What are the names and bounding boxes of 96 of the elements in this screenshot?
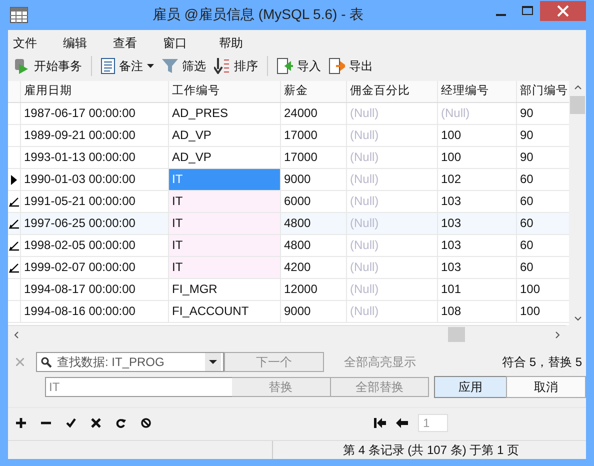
table-cell: 103 <box>438 191 517 212</box>
table-cell: AD_VP <box>169 125 281 146</box>
table-cell: 1987-06-17 00:00:00 <box>21 103 169 124</box>
table-cell: IT <box>169 257 281 278</box>
export-icon <box>329 58 345 74</box>
table-cell: 1994-08-16 00:00:00 <box>21 301 169 322</box>
table-cell: 24000 <box>281 103 347 124</box>
table-cell: AD_VP <box>169 147 281 168</box>
match-count: 符合 5，替换 5 <box>502 354 582 370</box>
table-cell: 103 <box>438 257 517 278</box>
table-cell: IT <box>169 169 281 190</box>
column-header[interactable]: 工作编号 <box>169 81 281 102</box>
table-cell: 103 <box>438 235 517 256</box>
search-field[interactable]: 查找数据: IT_PROG <box>36 352 224 372</box>
replace-field[interactable]: IT <box>45 377 232 397</box>
table-cell: 1994-08-17 00:00:00 <box>21 279 169 300</box>
filter-icon <box>162 58 178 74</box>
table-cell: (Null) <box>347 103 438 124</box>
current-row-icon <box>11 174 17 184</box>
table-cell: IT <box>169 213 281 234</box>
document-icon <box>101 58 115 74</box>
column-header[interactable]: 雇用日期 <box>21 81 169 102</box>
table-cell: 6000 <box>281 191 347 212</box>
table-cell: 4800 <box>281 213 347 234</box>
table-cell: 1989-09-21 00:00:00 <box>21 125 169 146</box>
toolbar-button[interactable]: 导出 <box>326 56 376 76</box>
table-cell: (Null) <box>347 213 438 234</box>
table-cell: 9000 <box>281 169 347 190</box>
apply-button[interactable]: 应用 <box>434 376 507 398</box>
check-icon[interactable] <box>66 418 76 428</box>
window-title: 雇员 @雇员信息 (MySQL 5.6) - 表 <box>151 6 365 24</box>
table-cell: 101 <box>438 279 517 300</box>
table-cell: 108 <box>438 301 517 322</box>
menu-item[interactable]: 窗口 <box>163 34 219 52</box>
table-cell: (Null) <box>347 279 438 300</box>
toolbar-button[interactable]: 开始事务 <box>11 56 85 76</box>
toolbar-button[interactable]: 备注 <box>98 56 157 76</box>
pencil-icon <box>9 240 19 250</box>
table-cell: 103 <box>438 213 517 234</box>
table-icon <box>10 7 28 23</box>
cancel-button[interactable]: 取消 <box>506 376 586 398</box>
first-page-icon[interactable] <box>374 418 386 428</box>
table-cell: 17000 <box>281 125 347 146</box>
table-cell: (Null) <box>347 147 438 168</box>
table-cell: 17000 <box>281 147 347 168</box>
cross-icon[interactable] <box>91 418 101 428</box>
toolbar-button[interactable]: 排序 <box>211 56 261 76</box>
table-cell: AD_PRES <box>169 103 281 124</box>
table-cell: IT <box>169 191 281 212</box>
record-status: 第 4 条记录 (共 107 条) 于第 1 页 <box>343 442 520 458</box>
table-cell: (Null) <box>347 125 438 146</box>
table-cell: 9000 <box>281 301 347 322</box>
scroll-thumb[interactable] <box>570 96 585 114</box>
table-cell: IT <box>169 235 281 256</box>
table-cell: (Null) <box>347 191 438 212</box>
table-cell: FI_MGR <box>169 279 281 300</box>
sort-icon <box>214 58 230 74</box>
table-cell: 1993-01-13 00:00:00 <box>21 147 169 168</box>
table-cell: 4200 <box>281 257 347 278</box>
column-header[interactable]: 佣金百分比 <box>347 81 438 102</box>
table-cell: (Null) <box>347 169 438 190</box>
table-cell: (Null) <box>347 235 438 256</box>
menu-item[interactable]: 编辑 <box>63 34 113 52</box>
table-cell: 102 <box>438 169 517 190</box>
pencil-icon <box>9 262 19 272</box>
table-row[interactable]: 1998-02-05 00:00:00 IT 4800 (Null) 103 60 <box>8 235 569 257</box>
column-header[interactable]: 薪金 <box>281 81 347 102</box>
refresh-icon[interactable] <box>116 418 126 428</box>
table-row[interactable]: 1990-01-03 00:00:00 IT 9000 (Null) 102 60 <box>8 169 569 191</box>
table-cell: FI_ACCOUNT <box>169 301 281 322</box>
toolbar-button[interactable]: 筛选 <box>159 56 209 76</box>
table-cell: 100 <box>438 125 517 146</box>
pencil-icon <box>9 218 19 228</box>
close-button[interactable] <box>540 1 586 21</box>
scroll-thumb[interactable] <box>448 327 465 342</box>
menu-item[interactable]: 文件 <box>13 34 63 52</box>
column-header[interactable]: 经理编号 <box>438 81 517 102</box>
toolbar-button[interactable]: 导入 <box>274 56 324 76</box>
table-cell: (Null) <box>347 257 438 278</box>
table-cell: 12000 <box>281 279 347 300</box>
menu-item[interactable]: 帮助 <box>219 34 269 52</box>
search-icon <box>41 356 52 368</box>
stop-icon[interactable] <box>141 418 151 428</box>
table-cell: (Null) <box>438 103 517 124</box>
menu-item[interactable]: 查看 <box>113 34 163 52</box>
table-row[interactable]: 1999-02-07 00:00:00 IT 4200 (Null) 103 60 <box>8 257 569 279</box>
import-icon <box>277 58 293 74</box>
table-row[interactable]: 1997-06-25 00:00:00 IT 4800 (Null) 103 60 <box>8 213 569 235</box>
table-cell: 4800 <box>281 235 347 256</box>
caret-icon <box>147 64 154 68</box>
table-cell: (Null) <box>347 301 438 322</box>
plus-icon[interactable] <box>16 418 26 428</box>
pencil-icon <box>9 196 19 206</box>
previous-page-icon[interactable] <box>396 418 408 428</box>
database-play-icon <box>14 58 30 74</box>
table-cell: 100 <box>438 147 517 168</box>
